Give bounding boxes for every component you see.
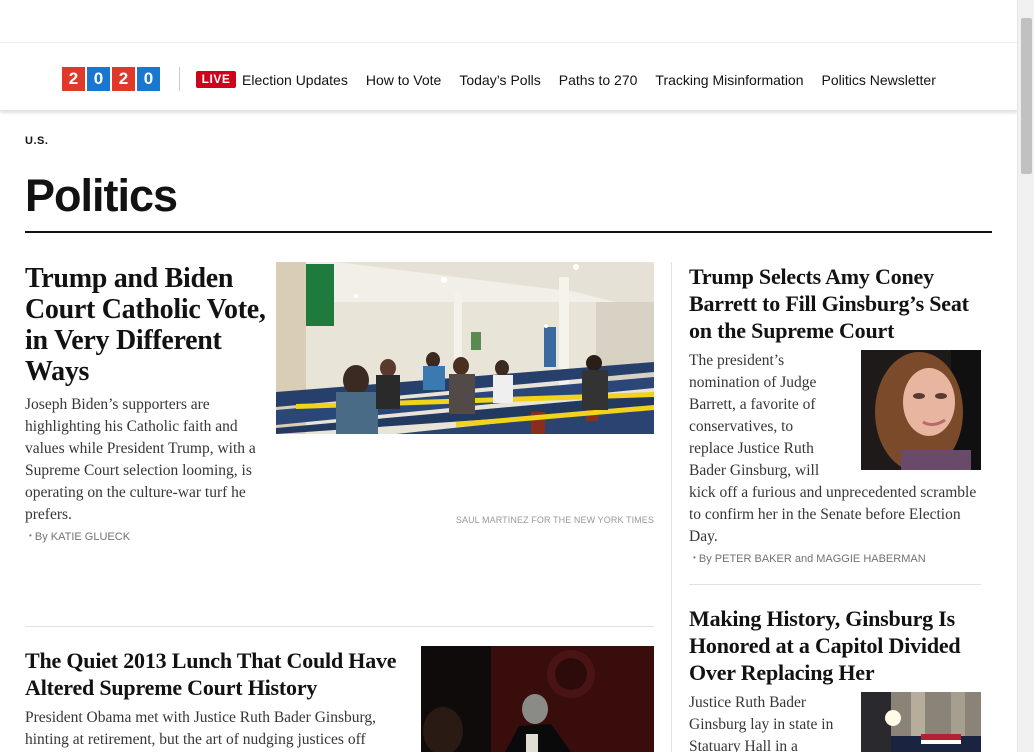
nav-link-election-updates[interactable]: Election Updates	[242, 72, 348, 88]
side1-byline-text: By PETER BAKER and MAGGIE HABERMAN	[698, 553, 926, 565]
side1-summary-line: conservatives, to	[689, 418, 794, 435]
byline-dot-icon: •	[29, 531, 32, 540]
election-nav-bar: 2 0 2 0 LIVE Election Updates How to Vot…	[0, 43, 1017, 111]
column-divider	[671, 262, 672, 752]
section-kicker[interactable]: U.S.	[25, 135, 48, 147]
nav-link-paths-to-270[interactable]: Paths to 270	[559, 72, 638, 88]
nav-link-politics-newsletter[interactable]: Politics Newsletter	[822, 72, 936, 88]
scrollbar-thumb[interactable]	[1021, 18, 1032, 174]
side2-summary: Justice Ruth Bader Ginsburg lay in state…	[689, 694, 834, 752]
title-rule	[25, 231, 992, 233]
nav-link-how-to-vote[interactable]: How to Vote	[366, 72, 442, 88]
live-badge[interactable]: LIVE	[196, 71, 236, 88]
side1-summary-line: nomination of Judge	[689, 374, 817, 391]
election-2020-logo[interactable]: 2 0 2 0	[62, 67, 160, 91]
nav-link-tracking-misinformation[interactable]: Tracking Misinformation	[655, 72, 803, 88]
side1-summary-rest: kick off a furious and unprecedented scr…	[689, 484, 977, 545]
story2-headline[interactable]: The Quiet 2013 Lunch That Could Have Alt…	[25, 647, 410, 701]
side1-summary: The president’s nomination of Judge Barr…	[689, 350, 981, 548]
side1-headline[interactable]: Trump Selects Amy Coney Barrett to Fill …	[689, 263, 981, 344]
side2-headline[interactable]: Making History, Ginsburg Is Honored at a…	[689, 605, 981, 686]
logo-digit: 2	[62, 67, 85, 91]
lead-summary: Joseph Biden’s supporters are highlighti…	[25, 396, 256, 523]
side1-summary-line: Barrett, a favorite of	[689, 396, 816, 413]
side2-photo-capitol[interactable]	[861, 692, 981, 752]
side1-summary-line: The president’s	[689, 352, 785, 369]
story-divider	[25, 626, 654, 627]
lead-byline: • By KATIE GLUECK	[29, 531, 130, 543]
story2-photo-ginsburg[interactable]	[421, 646, 654, 752]
nav-links: Election Updates How to Vote Today’s Pol…	[242, 72, 954, 88]
side1-byline: • By PETER BAKER and MAGGIE HABERMAN	[693, 553, 926, 565]
logo-digit: 0	[137, 67, 160, 91]
lead-headline[interactable]: Trump and Biden Court Catholic Vote, in …	[25, 263, 270, 387]
top-bar	[0, 0, 1017, 43]
logo-digit: 2	[112, 67, 135, 91]
side-story-divider	[689, 584, 981, 585]
logo-digit: 0	[87, 67, 110, 91]
side1-summary-line: replace Justice Ruth	[689, 440, 814, 457]
side1-summary-line: Bader Ginsburg, will	[689, 462, 820, 479]
lead-photo-credit: SAUL MARTINEZ FOR THE NEW YORK TIMES	[455, 515, 654, 525]
byline-dot-icon: •	[693, 553, 696, 562]
lead-byline-text: By KATIE GLUECK	[34, 531, 131, 543]
lead-photo-church[interactable]	[276, 262, 654, 434]
page-scrollbar[interactable]	[1017, 0, 1034, 752]
story2-summary: President Obama met with Justice Ruth Ba…	[25, 709, 376, 748]
nav-link-todays-polls[interactable]: Today’s Polls	[459, 72, 540, 88]
page-title: Politics	[25, 170, 178, 221]
nav-divider	[179, 67, 180, 91]
